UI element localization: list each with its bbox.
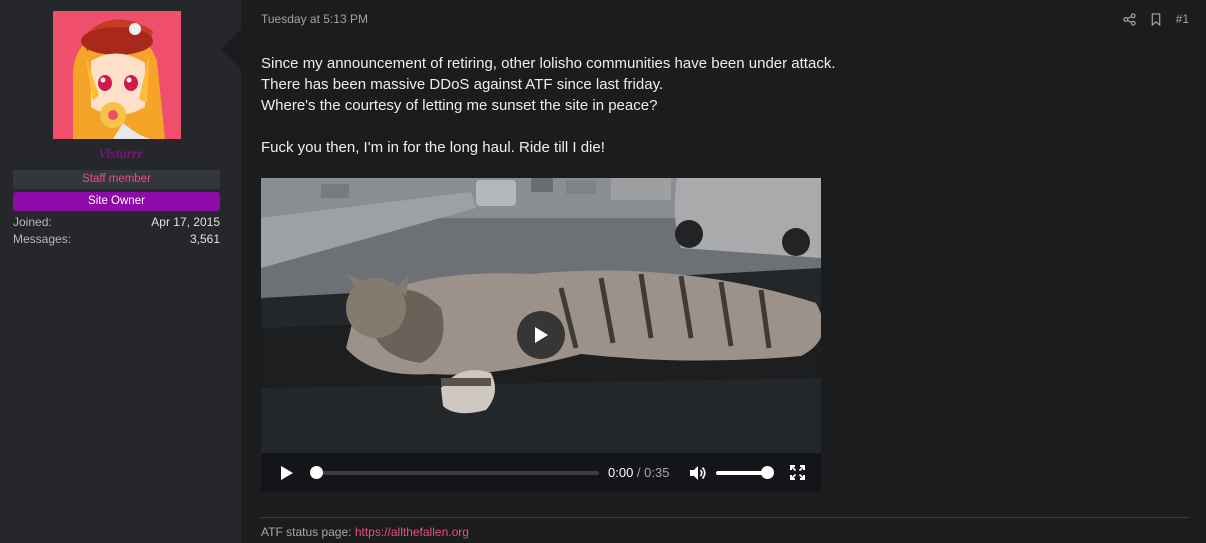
play-overlay-button[interactable] [517, 311, 565, 359]
joined-value: Apr 17, 2015 [151, 215, 220, 229]
joined-row: Joined: Apr 17, 2015 [13, 215, 220, 229]
play-icon [281, 466, 293, 480]
username[interactable]: Vistarrr [0, 147, 241, 163]
time-separator: / [633, 465, 645, 480]
fullscreen-button[interactable] [790, 465, 805, 485]
volume-button[interactable] [689, 465, 707, 486]
joined-label: Joined: [13, 215, 52, 229]
post-message: Since my announcement of retiring, other… [261, 53, 835, 158]
post-number-link[interactable]: #1 [1176, 12, 1189, 26]
seek-slider-handle[interactable] [310, 466, 323, 479]
post-date[interactable]: Tuesday at 5:13 PM [261, 12, 368, 26]
duration: 0:35 [644, 465, 670, 480]
messages-label: Messages: [13, 232, 72, 246]
post-actions: #1 [1122, 12, 1189, 26]
seek-slider[interactable] [310, 466, 599, 479]
play-button[interactable] [280, 465, 294, 486]
signature-label: ATF status page: [261, 525, 352, 539]
video-controls: 0:00 / 0:35 [261, 453, 821, 492]
user-pointer-arrow [221, 29, 241, 69]
messages-row: Messages: 3,561 [13, 232, 220, 246]
signature: ATF status page: https://allthefallen.or… [261, 525, 469, 539]
avatar[interactable] [53, 11, 181, 139]
current-time: 0:00 [608, 465, 634, 480]
fullscreen-icon [790, 465, 805, 480]
site-owner-badge: Site Owner [13, 192, 220, 211]
volume-slider[interactable] [716, 466, 774, 479]
message-line: Since my announcement of retiring, other… [261, 55, 836, 72]
signature-divider [261, 517, 1189, 518]
share-icon[interactable] [1122, 12, 1136, 26]
time-display: 0:00 / 0:35 [608, 465, 669, 480]
message-line: Where's the courtesy of letting me sunse… [261, 97, 658, 114]
user-sidebar: Vistarrr Staff member Site Owner Joined:… [0, 0, 241, 543]
message-line: Fuck you then, I'm in for the long haul.… [261, 139, 605, 156]
signature-link[interactable]: https://allthefallen.org [355, 525, 469, 539]
volume-icon [690, 466, 706, 480]
bookmark-icon[interactable] [1150, 12, 1162, 26]
volume-slider-handle[interactable] [761, 466, 774, 479]
play-icon [535, 327, 548, 343]
avatar-image [53, 11, 181, 139]
messages-value: 3,561 [189, 232, 220, 246]
video-player[interactable]: 0:00 / 0:35 [261, 178, 821, 492]
message-line: There has been massive DDoS against ATF … [261, 76, 664, 93]
staff-member-badge: Staff member [13, 170, 220, 189]
